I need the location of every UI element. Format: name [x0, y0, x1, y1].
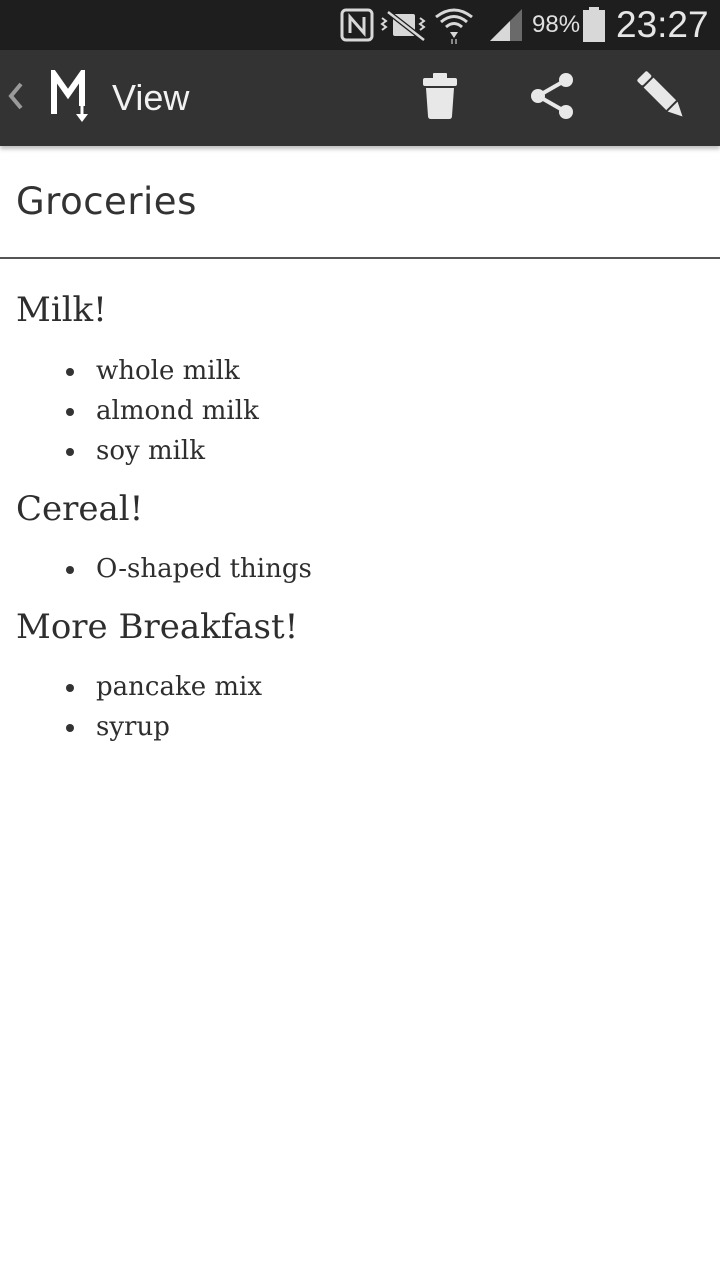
- wifi-icon: [434, 0, 474, 50]
- section-heading: More Breakfast!: [16, 607, 299, 647]
- battery-icon: [582, 0, 606, 50]
- delete-button[interactable]: [408, 68, 472, 128]
- action-bar: View: [0, 50, 720, 146]
- edit-button[interactable]: [630, 68, 694, 128]
- battery-percent: 98%: [532, 11, 581, 38]
- bullet-icon: [66, 368, 74, 376]
- share-icon: [528, 72, 576, 125]
- share-button[interactable]: [520, 68, 584, 128]
- list-item: almond milk: [0, 391, 720, 431]
- item-list: O-shaped things: [0, 549, 720, 589]
- list-item-text: O-shaped things: [96, 554, 312, 584]
- list-item: pancake mix: [0, 667, 720, 707]
- back-button[interactable]: [6, 50, 26, 146]
- item-list: pancake mix syrup: [0, 667, 720, 747]
- document-title: Groceries: [16, 180, 197, 223]
- vibrate-icon: [380, 0, 430, 50]
- trash-icon: [422, 72, 458, 125]
- cell-signal-icon: [488, 0, 524, 50]
- list-item-text: soy milk: [96, 436, 205, 466]
- pencil-icon: [635, 69, 689, 128]
- clock: 23:27: [616, 4, 709, 45]
- bullet-icon: [66, 408, 74, 416]
- screen-title: View: [112, 77, 190, 118]
- list-item-text: almond milk: [96, 396, 259, 426]
- status-bar: 98% 23:27: [0, 0, 720, 50]
- list-item-text: whole milk: [96, 356, 240, 386]
- bullet-icon: [66, 724, 74, 732]
- bullet-icon: [66, 566, 74, 574]
- list-item-text: syrup: [96, 712, 170, 742]
- list-item: soy milk: [0, 431, 720, 471]
- bullet-icon: [66, 684, 74, 692]
- list-item: O-shaped things: [0, 549, 720, 589]
- markdown-logo-icon[interactable]: [50, 64, 94, 126]
- list-item: syrup: [0, 707, 720, 747]
- bullet-icon: [66, 448, 74, 456]
- title-divider: [0, 257, 720, 259]
- nfc-icon: [340, 0, 374, 50]
- list-item-text: pancake mix: [96, 672, 262, 702]
- chevron-left-icon: [6, 76, 26, 121]
- section-heading: Milk!: [16, 290, 107, 330]
- item-list: whole milk almond milk soy milk: [0, 351, 720, 471]
- list-item: whole milk: [0, 351, 720, 391]
- section-heading: Cereal!: [16, 489, 144, 529]
